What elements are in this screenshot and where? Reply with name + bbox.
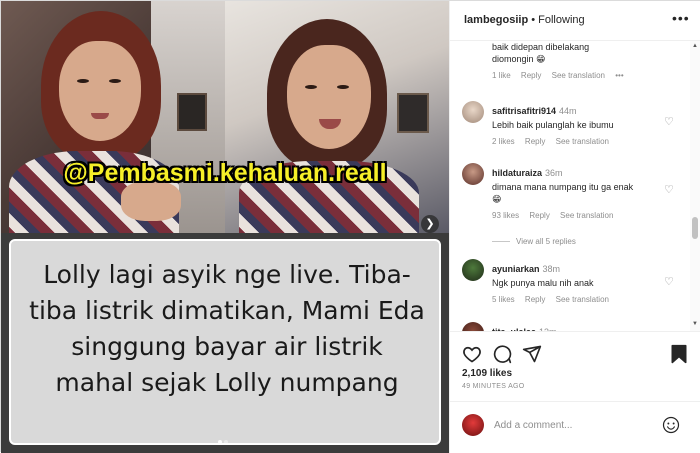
comment-item: safitrisafitri914 44m Lebih baik pulangla… bbox=[462, 101, 684, 146]
reply-button[interactable]: Reply bbox=[521, 71, 541, 80]
separator: • bbox=[528, 14, 539, 26]
add-comment-bar: Add a comment... bbox=[450, 401, 700, 451]
caption-text: Lolly lagi asyik nge live. Tiba- tiba li… bbox=[11, 257, 443, 401]
comment-body: tita_ulalaa13m bbox=[492, 322, 684, 331]
comment-text: Lebih baik pulanglah ke ibumu bbox=[492, 120, 614, 130]
comment-body: baik didepan dibelakang diomongin 😁 1 li… bbox=[492, 41, 684, 80]
comment-username[interactable]: ayuniarkan bbox=[492, 264, 540, 274]
see-translation-link[interactable]: See translation bbox=[552, 71, 605, 80]
share-icon[interactable] bbox=[522, 344, 542, 364]
post-media[interactable]: @Pembasmi.kehaluan.reall ❯ Lolly lagi as… bbox=[1, 1, 449, 453]
reply-button[interactable]: Reply bbox=[525, 295, 545, 304]
caption-card: Lolly lagi asyik nge live. Tiba- tiba li… bbox=[9, 239, 441, 445]
comment-meta: 93 likes Reply See translation bbox=[492, 211, 684, 220]
comment-icon[interactable] bbox=[492, 344, 512, 364]
comment-body: safitrisafitri914 44m Lebih baik pulangla… bbox=[492, 101, 684, 146]
caption-line: mahal sejak Lolly numpang bbox=[55, 368, 399, 397]
author-username[interactable]: lambegosiip bbox=[464, 14, 528, 26]
caption-line: Lolly lagi asyik nge live. Tiba- bbox=[43, 260, 411, 289]
avatar[interactable] bbox=[462, 101, 484, 123]
bookmark-icon[interactable] bbox=[670, 344, 688, 364]
see-translation-link[interactable]: See translation bbox=[556, 295, 609, 304]
scroll-down-arrow[interactable]: ▼ bbox=[692, 321, 698, 327]
divider-line bbox=[492, 241, 510, 243]
add-comment-input[interactable]: Add a comment... bbox=[494, 420, 572, 431]
view-replies-button[interactable]: View all 5 replies bbox=[492, 237, 576, 246]
post-viewer: @Pembasmi.kehaluan.reall ❯ Lolly lagi as… bbox=[0, 0, 700, 453]
heart-icon[interactable] bbox=[462, 344, 482, 364]
comment-item: ayuniarkan 38m Ngk punya malu nih anak 5 … bbox=[462, 259, 684, 304]
post-actions: 2,109 likes 49 MINUTES AGO bbox=[450, 331, 700, 401]
comments-list[interactable]: baik didepan dibelakang diomongin 😁 1 li… bbox=[450, 41, 690, 331]
avatar[interactable] bbox=[462, 259, 484, 281]
comment-time[interactable]: 36m bbox=[545, 168, 563, 178]
comments-scrollbar[interactable]: ▲ ▼ bbox=[690, 41, 700, 331]
carousel-dot bbox=[224, 440, 228, 444]
comment-options-icon[interactable]: ••• bbox=[615, 71, 623, 80]
scroll-up-arrow[interactable]: ▲ bbox=[692, 43, 698, 49]
caption-line: tiba listrik dimatikan, Mami Eda bbox=[29, 296, 425, 325]
post-header: lambegosiip • Following ••• bbox=[450, 1, 700, 41]
video-frames: @Pembasmi.kehaluan.reall ❯ bbox=[1, 1, 449, 233]
comment-body: hildaturaiza 36m dimana mana numpang itu … bbox=[492, 163, 684, 220]
carousel-dots bbox=[217, 431, 229, 449]
comment-text: Ngk punya malu nih anak bbox=[492, 278, 594, 288]
comment-time[interactable]: 38m bbox=[543, 264, 561, 274]
view-replies-label[interactable]: View all 5 replies bbox=[516, 237, 576, 246]
eye bbox=[337, 85, 349, 89]
watermark-text: @Pembasmi.kehaluan.reall bbox=[63, 159, 387, 187]
video-frame-left bbox=[1, 1, 225, 233]
likes-count[interactable]: 2,109 likes bbox=[462, 368, 512, 379]
comment-text: diomongin 😁 bbox=[492, 54, 546, 64]
carousel-dot-active bbox=[218, 440, 222, 444]
comment-likes[interactable]: 1 like bbox=[492, 71, 511, 80]
comment-item: hildaturaiza 36m dimana mana numpang itu … bbox=[462, 163, 684, 220]
wall-picture bbox=[397, 93, 429, 133]
post-timestamp: 49 MINUTES AGO bbox=[462, 383, 525, 390]
person-face bbox=[287, 45, 371, 149]
comment-text: 😁 bbox=[492, 194, 502, 204]
comment-likes[interactable]: 2 likes bbox=[492, 137, 515, 146]
scrollbar-thumb[interactable] bbox=[692, 217, 698, 239]
follow-status[interactable]: Following bbox=[538, 14, 584, 26]
see-translation-link[interactable]: See translation bbox=[560, 211, 613, 220]
post-author[interactable]: lambegosiip • Following bbox=[464, 14, 585, 26]
eye bbox=[77, 79, 89, 83]
comment-item: tita_ulalaa13m bbox=[462, 322, 684, 331]
video-frame-right bbox=[225, 1, 449, 233]
comment-body: ayuniarkan 38m Ngk punya malu nih anak 5 … bbox=[492, 259, 684, 304]
comment-text: baik didepan dibelakang bbox=[492, 42, 590, 52]
reply-button[interactable]: Reply bbox=[525, 137, 545, 146]
eye bbox=[109, 79, 121, 83]
avatar bbox=[462, 414, 484, 436]
more-horizontal-icon[interactable]: ••• bbox=[672, 10, 690, 26]
comment-text: dimana mana numpang itu ga enak bbox=[492, 182, 634, 192]
comment-likes[interactable]: 93 likes bbox=[492, 211, 519, 220]
comment-username[interactable]: safitrisafitri914 bbox=[492, 106, 556, 116]
heart-icon[interactable]: ♡ bbox=[664, 275, 674, 288]
avatar[interactable] bbox=[462, 322, 484, 331]
wall-picture bbox=[177, 93, 207, 131]
comment-time[interactable]: 44m bbox=[559, 106, 577, 116]
comment-likes[interactable]: 5 likes bbox=[492, 295, 515, 304]
comment-username[interactable]: hildaturaiza bbox=[492, 168, 542, 178]
reply-button[interactable]: Reply bbox=[529, 211, 549, 220]
smiley-icon[interactable] bbox=[662, 416, 680, 434]
comment-meta: 5 likes Reply See translation bbox=[492, 295, 684, 304]
heart-icon[interactable]: ♡ bbox=[664, 183, 674, 196]
heart-icon[interactable]: ♡ bbox=[664, 115, 674, 128]
chevron-right-icon[interactable]: ❯ bbox=[421, 215, 439, 233]
caption-line: singgung bayar air listrik bbox=[71, 332, 383, 361]
comment-meta: 2 likes Reply See translation bbox=[492, 137, 684, 146]
avatar[interactable] bbox=[462, 163, 484, 185]
post-sidebar: lambegosiip • Following ••• baik didepan… bbox=[449, 1, 700, 453]
comment-meta: 1 like Reply See translation ••• bbox=[492, 71, 684, 80]
see-translation-link[interactable]: See translation bbox=[556, 137, 609, 146]
eye bbox=[305, 85, 317, 89]
comment-item: baik didepan dibelakang diomongin 😁 1 li… bbox=[462, 41, 684, 80]
person-face bbox=[59, 41, 141, 141]
